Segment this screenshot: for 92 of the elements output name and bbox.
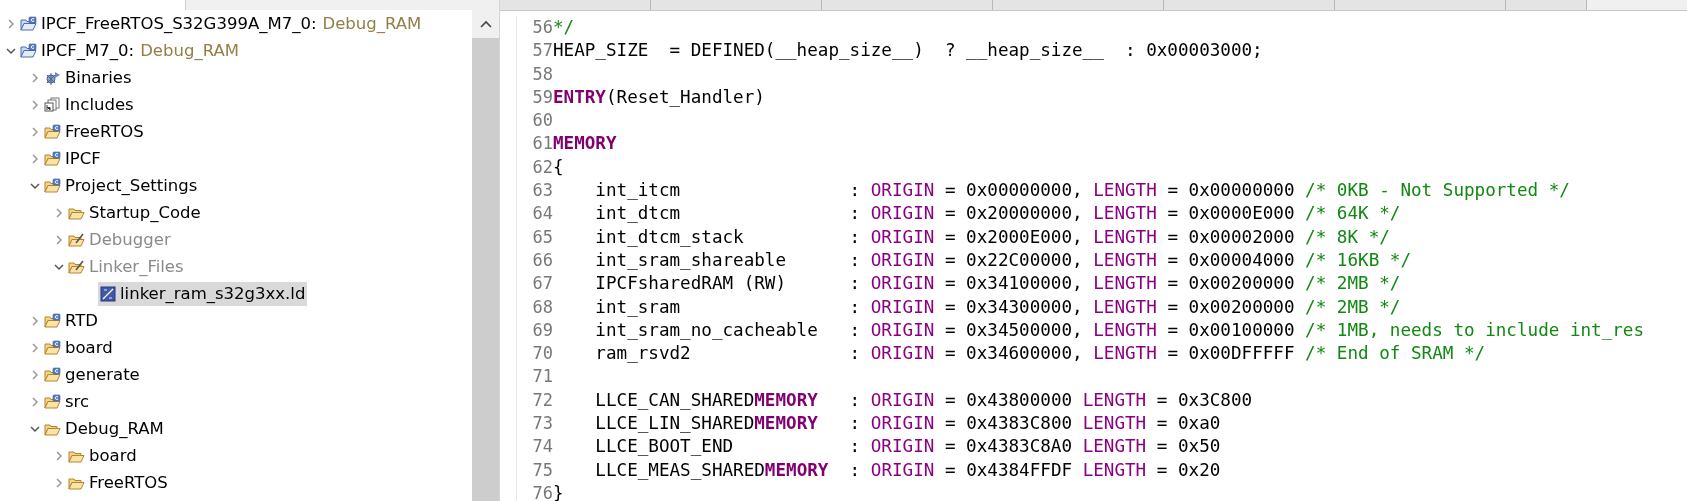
code-line: LLCE_CAN_SHAREDMEMORY : ORIGIN = 0x43800000 LENGTH = 0x3C800 <box>594 389 1253 410</box>
code-line: LLCE_MEAS_SHAREDMEMORY : ORIGIN = 0x4384FFDF LENGTH = 0x20 <box>594 459 1221 480</box>
folder-icon <box>68 205 85 220</box>
code-line: HEAP_SIZE = DEFINED(__heap_size__) ? __heap_size__ : 0x00003000; <box>553 40 1263 61</box>
line-number: 74 <box>531 435 553 459</box>
code-line: } <box>553 482 564 501</box>
code-line: { <box>553 156 564 177</box>
tree-item-label[interactable]: board <box>65 338 113 357</box>
folder-icon <box>68 475 85 490</box>
tree-item-label[interactable]: Binaries <box>65 68 132 87</box>
build-config-label: Debug_RAM <box>322 14 422 33</box>
tree-item[interactable]: FreeRTOS <box>42 119 146 144</box>
line-number: 56 <box>531 16 553 39</box>
line-number: 57 <box>531 39 553 63</box>
line-number: 64 <box>531 202 553 226</box>
tree-item[interactable]: IPCF <box>42 146 103 171</box>
tree-item-label[interactable]: Debug_RAM <box>65 419 164 438</box>
tree-item-label[interactable]: Startup_Code <box>89 203 201 222</box>
binaries-icon <box>44 70 61 85</box>
tree-item[interactable]: Binaries <box>42 65 134 90</box>
tree-item-label[interactable]: IPCF_M7_0: <box>41 41 135 60</box>
code-line: int_sram : ORIGIN = 0x34300000, LENGTH = 0x00200000 /* 2MB */ <box>594 296 1401 317</box>
tree-item[interactable]: generate <box>42 362 142 387</box>
project-folder-icon <box>20 16 37 31</box>
line-number: 76 <box>531 481 553 501</box>
tree-item-label[interactable]: FreeRTOS <box>89 473 168 492</box>
code-line: int_dtcm : ORIGIN = 0x20000000, LENGTH = 0x0000E000 /* 64K */ <box>594 203 1401 224</box>
tree-item-label[interactable]: Project_Settings <box>65 176 198 195</box>
source-folder-icon <box>44 394 61 409</box>
line-number: 59 <box>531 85 553 109</box>
code-line: int_sram_no_cacheable : ORIGIN = 0x34500000, LENGTH = 0x00100000 /* 1MB, needs to include int_res <box>594 319 1645 340</box>
line-number: 72 <box>531 388 553 412</box>
code-line: LLCE_LIN_SHAREDMEMORY : ORIGIN = 0x4383C800 LENGTH = 0xa0 <box>594 413 1221 434</box>
code-line: LLCE_BOOT_END : ORIGIN = 0x4383C8A0 LENGTH = 0x50 <box>594 436 1221 457</box>
line-number: 58 <box>531 62 553 86</box>
line-number: 68 <box>531 295 553 319</box>
line-number: 69 <box>531 318 553 342</box>
source-folder-icon <box>44 313 61 328</box>
line-number: 63 <box>531 179 553 203</box>
tree-item[interactable]: Includes <box>42 92 136 117</box>
tree-item-label[interactable]: IPCF_FreeRTOS_S32G399A_M7_0: <box>41 14 317 33</box>
line-number: 71 <box>531 365 553 389</box>
tree-item[interactable]: Debug_RAM <box>42 416 166 441</box>
code-line: ram_rsvd2 : ORIGIN = 0x34600000, LENGTH = 0x00DFFFFF /* End of SRAM */ <box>594 343 1486 364</box>
linker-file-icon <box>100 285 116 302</box>
tree-item-label[interactable]: FreeRTOS <box>65 122 144 141</box>
project-folder-icon <box>20 43 37 58</box>
line-number: 62 <box>531 155 553 179</box>
folder-icon <box>44 421 61 436</box>
tree-item-label[interactable]: src <box>65 392 90 411</box>
code-line: */ <box>553 17 575 37</box>
excluded-folder-icon <box>68 259 85 274</box>
line-number: 66 <box>531 248 553 272</box>
tree-item-label[interactable]: RTD <box>65 311 99 330</box>
tree-item[interactable]: IPCF_FreeRTOS_S32G399A_M7_0: Debug_RAM <box>18 11 424 36</box>
tree-item[interactable]: FreeRTOS <box>66 470 170 495</box>
tree-item[interactable]: Project_Settings <box>42 173 200 198</box>
line-number: 73 <box>531 412 553 436</box>
tree-item-label[interactable]: generate <box>65 365 140 384</box>
code-line: int_sram_shareable : ORIGIN = 0x22C00000, LENGTH = 0x00004000 /* 16KB */ <box>594 249 1412 270</box>
tree-item[interactable]: Startup_Code <box>66 200 203 225</box>
line-number: 65 <box>531 225 553 249</box>
line-number: 61 <box>531 132 553 156</box>
scroll-up-icon[interactable] <box>479 20 492 28</box>
tree-item-label[interactable]: board <box>89 446 137 465</box>
code-line: int_itcm : ORIGIN = 0x00000000, LENGTH = 0x00000000 /* 0KB - Not Supported */ <box>594 180 1570 201</box>
line-number: 67 <box>531 272 553 296</box>
source-folder-icon <box>44 178 61 193</box>
source-folder-icon <box>44 340 61 355</box>
code-line: int_dtcm_stack : ORIGIN = 0x2000E000, LENGTH = 0x00002000 /* 8K */ <box>594 226 1390 247</box>
tree-item[interactable]: IPCF_M7_0: Debug_RAM <box>18 38 241 63</box>
tree-item-label[interactable]: IPCF <box>65 149 101 168</box>
line-number: 75 <box>531 458 553 482</box>
tree-item[interactable]: board <box>42 335 115 360</box>
tree-item[interactable]: src <box>42 389 92 414</box>
tree-item-label[interactable]: Includes <box>65 95 134 114</box>
tree-item[interactable]: RTD <box>42 308 101 333</box>
code-line: ENTRY(Reset_Handler) <box>553 86 765 107</box>
folder-icon <box>68 448 85 463</box>
excluded-folder-icon <box>68 232 85 247</box>
tree-item[interactable]: board <box>66 443 139 468</box>
line-number: 70 <box>531 342 553 366</box>
code-line: MEMORY <box>553 133 617 154</box>
tree-item-label[interactable]: linker_ram_s32g3xx.ld <box>120 284 306 303</box>
code-line: IPCFsharedRAM (RW) : ORIGIN = 0x34100000, LENGTH = 0x00200000 /* 2MB */ <box>594 273 1401 294</box>
source-folder-icon <box>44 367 61 382</box>
source-folder-icon <box>44 124 61 139</box>
build-config-label: Debug_RAM <box>140 41 239 60</box>
header-files-icon <box>44 97 61 112</box>
tree-item[interactable]: linker_ram_s32g3xx.ld <box>98 281 308 306</box>
line-number: 60 <box>531 109 553 133</box>
source-folder-icon <box>44 151 61 166</box>
